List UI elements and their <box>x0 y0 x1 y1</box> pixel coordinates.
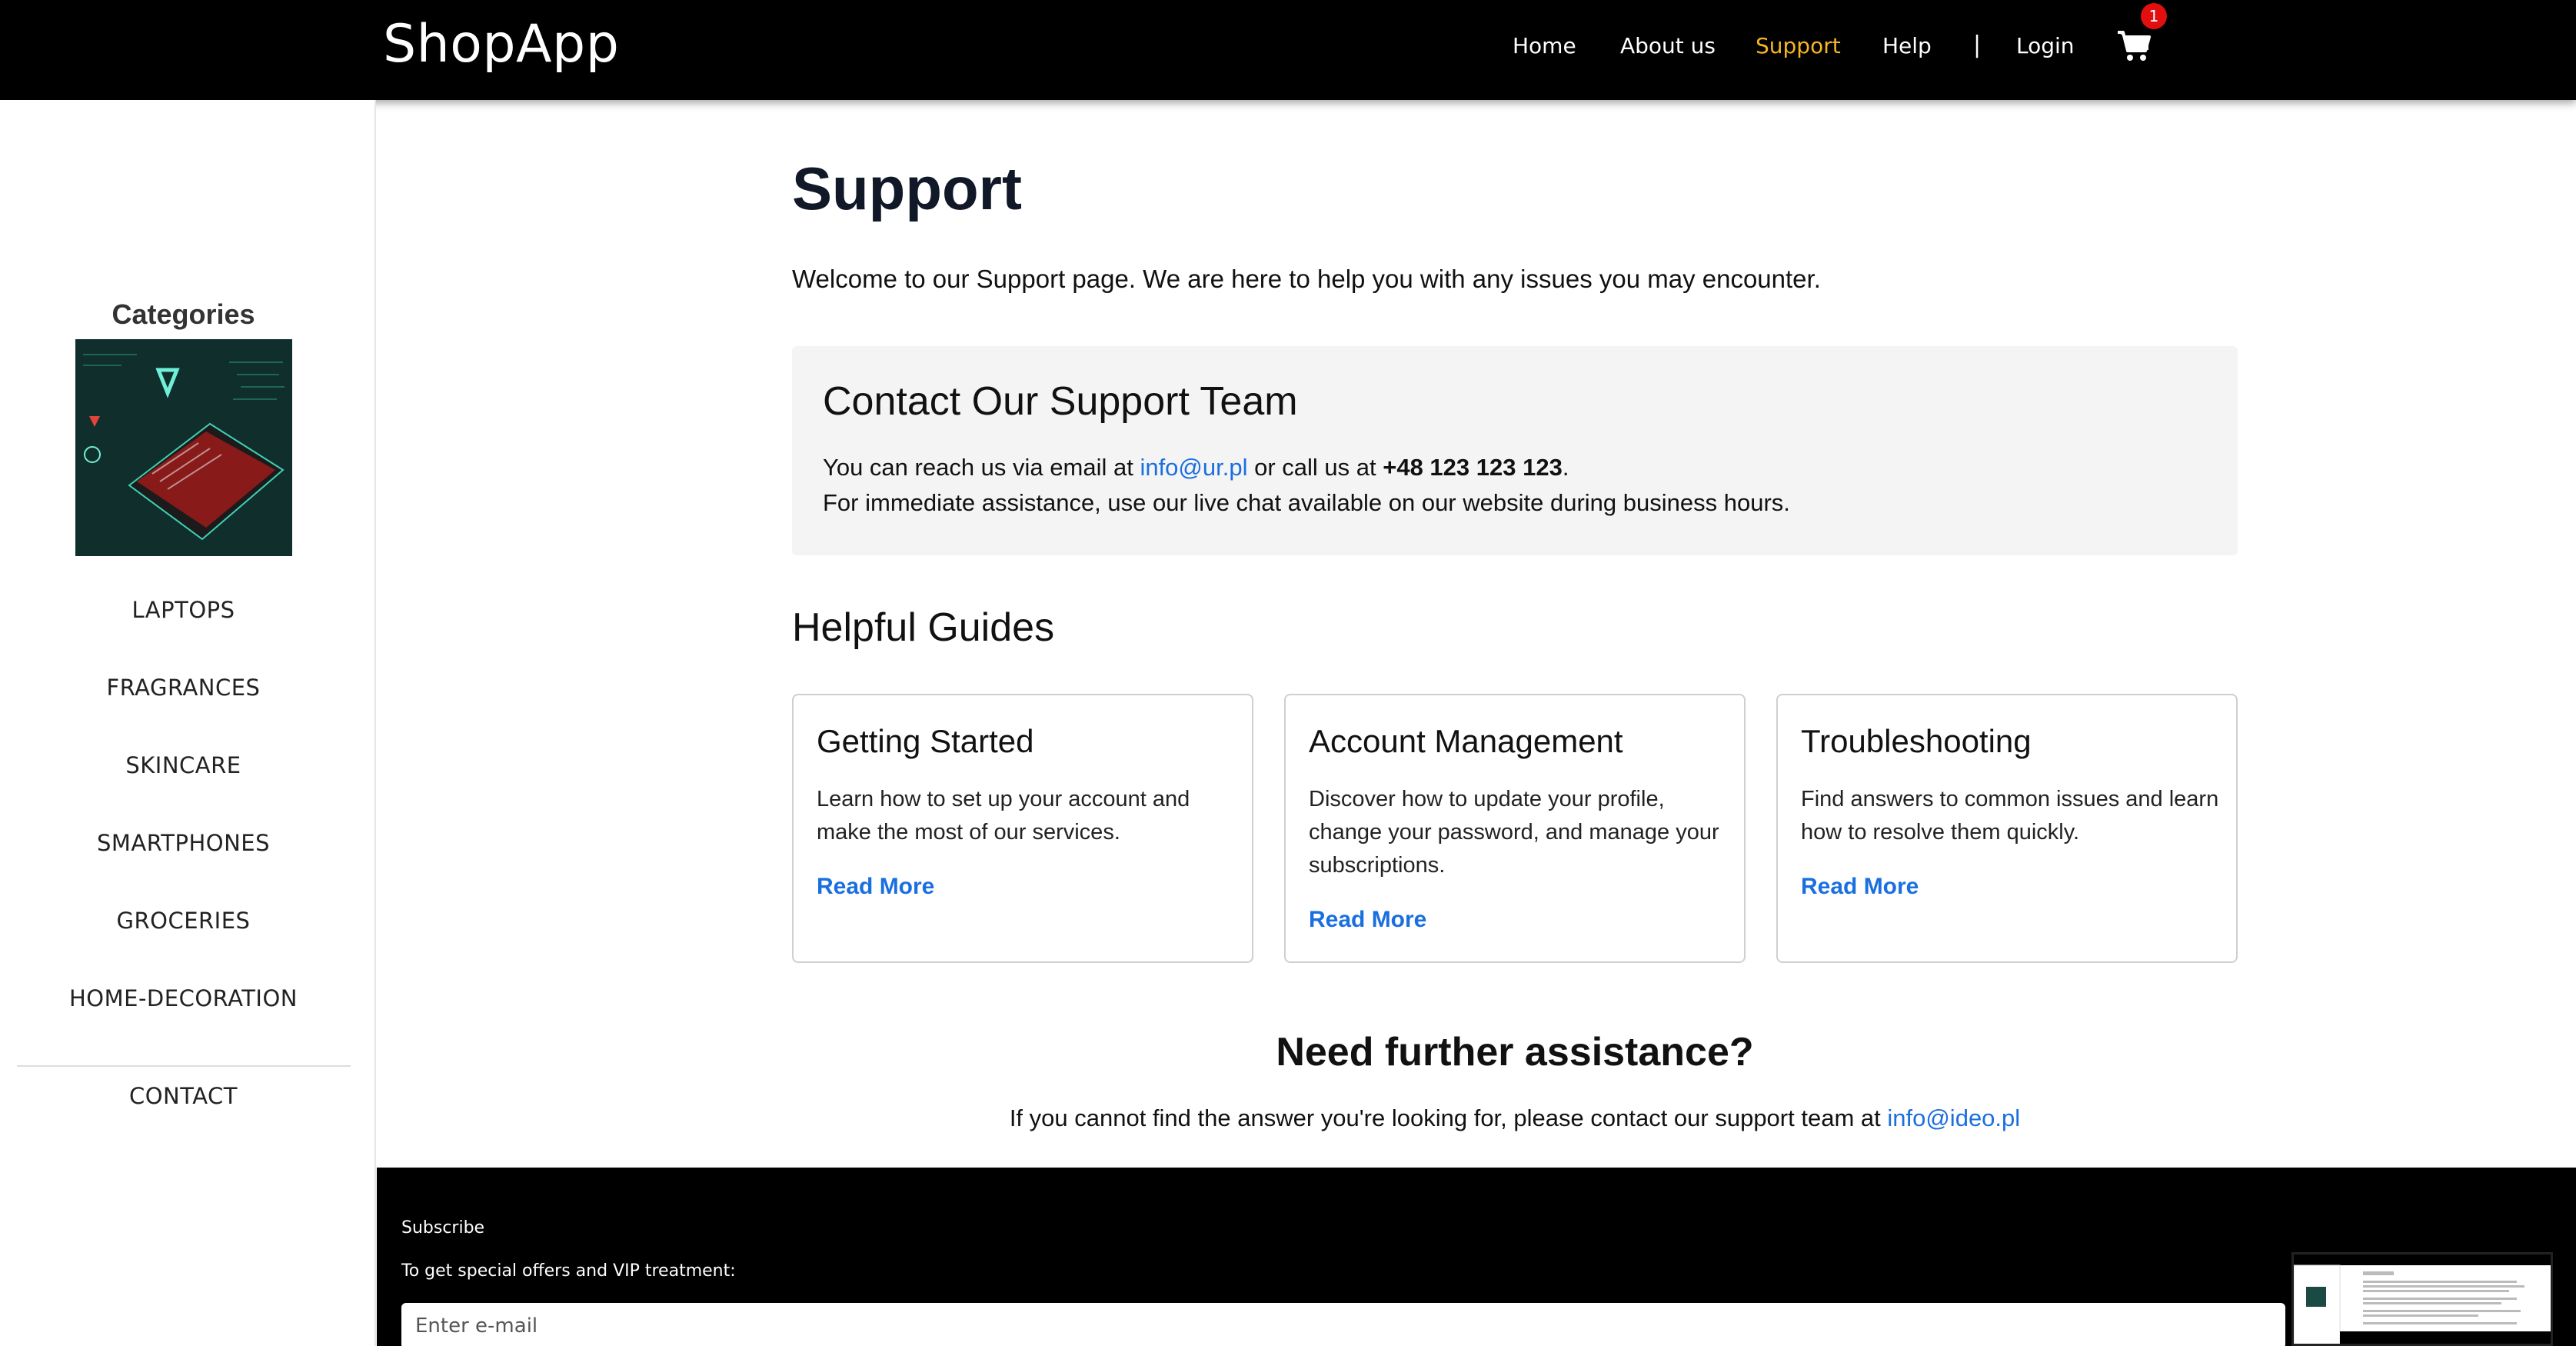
sidebar: Categories LAPTOPS FRAGRANCES SKINCARE S… <box>0 100 376 1346</box>
subscribe-text: To get special offers and VIP treatment: <box>401 1261 736 1281</box>
nav-home[interactable]: Home <box>1513 33 1576 58</box>
nav-login[interactable]: Login <box>2016 33 2075 58</box>
further-email-link[interactable]: info@ideo.pl <box>1887 1104 2020 1131</box>
read-more-link[interactable]: Read More <box>1309 907 1426 933</box>
contact-support-box: Contact Our Support Team You can reach u… <box>792 346 2238 555</box>
sidebar-contact-link[interactable]: CONTACT <box>0 1083 367 1109</box>
support-phone: +48 123 123 123 <box>1383 454 1563 481</box>
nav-separator: | <box>1973 32 1982 58</box>
helpful-guides-title: Helpful Guides <box>792 605 1055 650</box>
guide-card-getting-started: Getting Started Learn how to set up your… <box>792 694 1253 963</box>
guide-title: Getting Started <box>817 723 1034 759</box>
contact-heading: Contact Our Support Team <box>823 379 1298 424</box>
category-smartphones[interactable]: SMARTPHONES <box>0 830 367 856</box>
guide-text: Learn how to set up your account and mak… <box>817 787 1190 845</box>
contact-text-1: You can reach us via email at <box>823 454 1140 481</box>
contact-line-1: You can reach us via email at info@ur.pl… <box>823 454 1569 481</box>
guide-text: Discover how to update your profile, cha… <box>1309 787 1719 878</box>
guide-title: Account Management <box>1309 723 1623 759</box>
page-title: Support <box>792 155 1022 222</box>
further-assistance-text: If you cannot find the answer you're loo… <box>792 1104 2238 1132</box>
guide-title: Troubleshooting <box>1801 723 2032 759</box>
category-home-decoration[interactable]: HOME-DECORATION <box>0 985 367 1011</box>
nav-help[interactable]: Help <box>1882 33 1932 58</box>
further-text: If you cannot find the answer you're loo… <box>1009 1104 1888 1131</box>
laptop-code-illustration-icon <box>75 339 292 556</box>
page-thumbnail-preview[interactable] <box>2291 1252 2553 1346</box>
cart-icon[interactable] <box>2116 29 2152 63</box>
contact-text-2: or call us at <box>1247 454 1383 481</box>
category-fragrances[interactable]: FRAGRANCES <box>0 675 367 701</box>
read-more-link[interactable]: Read More <box>1801 874 1919 900</box>
logo[interactable]: ShopApp <box>383 14 619 75</box>
intro-text: Welcome to our Support page. We are here… <box>792 265 1821 293</box>
guide-card-account-management: Account Management Discover how to updat… <box>1284 694 1746 963</box>
subscribe-email-input[interactable] <box>401 1303 2285 1346</box>
further-assistance-title: Need further assistance? <box>1276 1030 1754 1074</box>
categories-title: Categories <box>111 298 255 330</box>
footer: Subscribe To get special offers and VIP … <box>377 1168 2576 1346</box>
top-navbar: ShopApp Home About us Support Help | Log… <box>0 0 2576 100</box>
guide-text: Find answers to common issues and learn … <box>1801 787 2219 845</box>
support-email-link[interactable]: info@ur.pl <box>1140 454 1247 481</box>
sidebar-divider <box>17 1065 351 1067</box>
category-groceries[interactable]: GROCERIES <box>0 908 367 934</box>
contact-line-2: For immediate assistance, use our live c… <box>823 489 1790 516</box>
nav-about-us[interactable]: About us <box>1620 33 1716 58</box>
nav-support[interactable]: Support <box>1756 33 1841 58</box>
read-more-link[interactable]: Read More <box>817 874 934 900</box>
category-laptops[interactable]: LAPTOPS <box>0 597 367 623</box>
cart-count-badge: 1 <box>2141 3 2167 29</box>
guide-card-troubleshooting: Troubleshooting Find answers to common i… <box>1776 694 2238 963</box>
category-skincare[interactable]: SKINCARE <box>0 752 367 778</box>
contact-text-3: . <box>1562 454 1569 481</box>
subscribe-title: Subscribe <box>401 1218 485 1238</box>
